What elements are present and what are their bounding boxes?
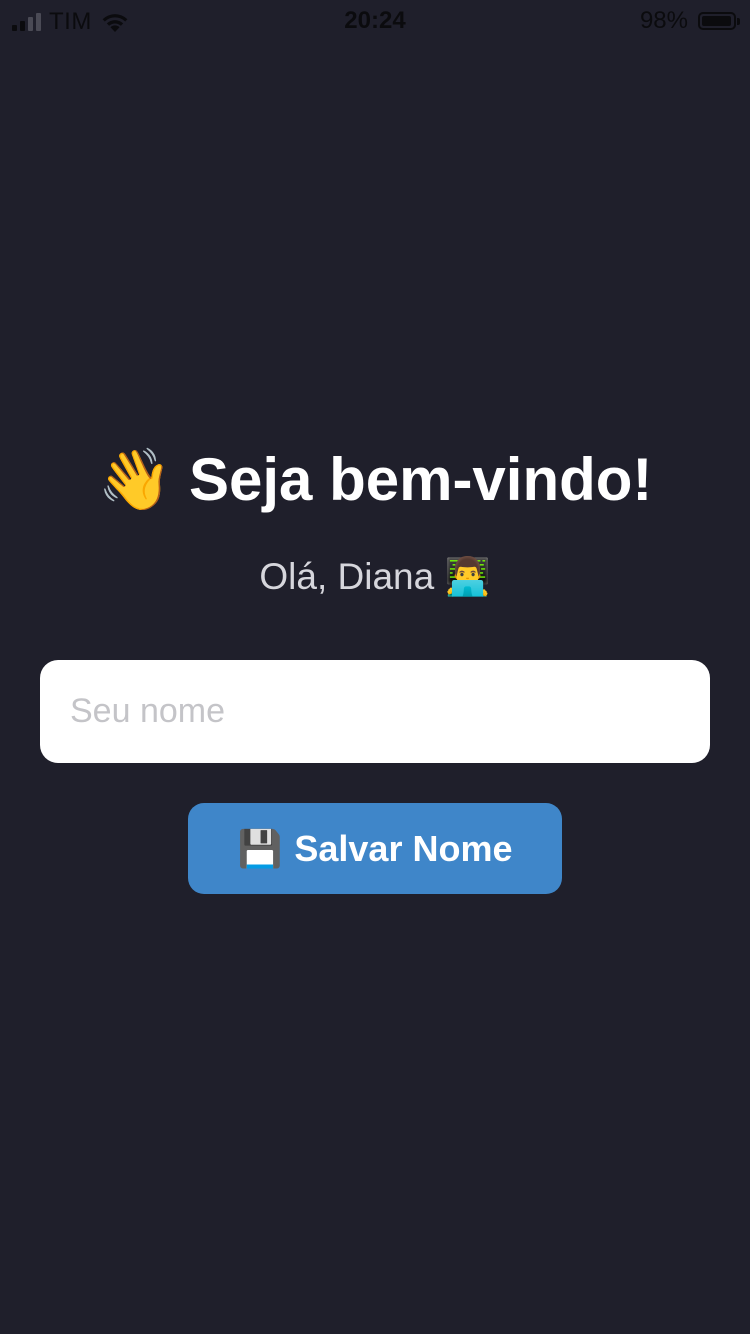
name-input[interactable] (40, 660, 710, 763)
status-right: 98% (639, 7, 740, 35)
greeting: Olá, Diana 👨‍💻 (0, 552, 750, 602)
app-screen: TIM 20:24 98% 👋 Seja bem-vindo! Olá, Dia… (0, 0, 750, 1334)
save-button-label: Salvar Nome (294, 827, 513, 869)
technologist-icon: 👨‍💻 (444, 555, 491, 598)
welcome-title: 👋 Seja bem-vindo! (0, 440, 750, 520)
greeting-text: Olá, Diana (259, 556, 435, 597)
status-time: 20:24 (344, 7, 406, 34)
save-name-button[interactable]: 💾 Salvar Nome (188, 803, 562, 894)
welcome-title-text: Seja bem-vindo! (188, 446, 653, 513)
battery-icon (698, 12, 740, 30)
battery-tip (737, 18, 740, 25)
waving-hand-icon: 👋 (97, 445, 173, 515)
status-bar: TIM 20:24 98% (0, 0, 750, 40)
battery-fill (702, 16, 731, 26)
floppy-disk-icon: 💾 (237, 828, 283, 870)
battery-percent: 98% (639, 7, 688, 34)
